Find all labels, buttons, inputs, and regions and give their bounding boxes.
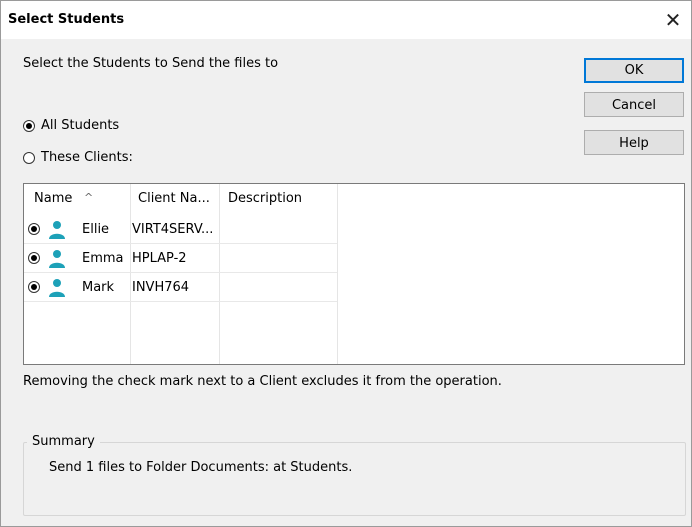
row-select-radio[interactable] [28,252,40,264]
these-clients-label: These Clients: [41,150,133,165]
dialog-title: Select Students [8,12,125,27]
row-name: Mark [82,280,115,295]
user-icon [49,279,65,297]
clients-list[interactable]: Name ^ Client Na... Description Ellie VI… [23,183,685,365]
column-header-description[interactable]: Description [228,184,302,214]
summary-text: Send 1 files to Folder Documents: at Stu… [49,460,353,475]
column-divider [337,184,338,364]
title-bar: Select Students ✕ [1,1,691,39]
ok-button[interactable]: OK [584,58,684,83]
column-header-name[interactable]: Name ^ [34,184,93,214]
sort-up-icon: ^ [84,191,94,204]
cancel-button[interactable]: Cancel [584,92,684,117]
row-client-name: HPLAP-2 [132,251,187,266]
column-header-client-name[interactable]: Client Na... [138,184,210,214]
these-clients-option[interactable]: These Clients: [23,150,133,165]
select-students-dialog: Select Students ✕ Select the Students to… [0,0,692,527]
prompt-text: Select the Students to Send the files to [23,56,279,71]
summary-title: Summary [27,434,100,449]
row-client-name: VIRT4SERV... [132,222,214,237]
table-row[interactable]: Mark INVH764 [24,273,337,302]
row-select-radio[interactable] [28,223,40,235]
table-row[interactable]: Ellie VIRT4SERV... [24,215,337,244]
these-clients-radio[interactable] [23,151,35,164]
all-students-label: All Students [41,118,120,133]
close-icon[interactable]: ✕ [656,3,690,37]
row-name: Ellie [82,222,110,237]
help-button[interactable]: Help [584,130,684,155]
row-name: Emma [82,251,124,266]
user-icon [49,250,65,268]
summary-group [23,442,686,516]
exclusion-note: Removing the check mark next to a Client… [23,374,502,389]
all-students-radio[interactable] [23,119,35,132]
all-students-option[interactable]: All Students [23,118,119,133]
name-header-label: Name [34,191,73,206]
table-row[interactable]: Emma HPLAP-2 [24,244,337,273]
row-select-radio[interactable] [28,281,40,293]
user-icon [49,221,65,239]
row-client-name: INVH764 [132,280,190,295]
